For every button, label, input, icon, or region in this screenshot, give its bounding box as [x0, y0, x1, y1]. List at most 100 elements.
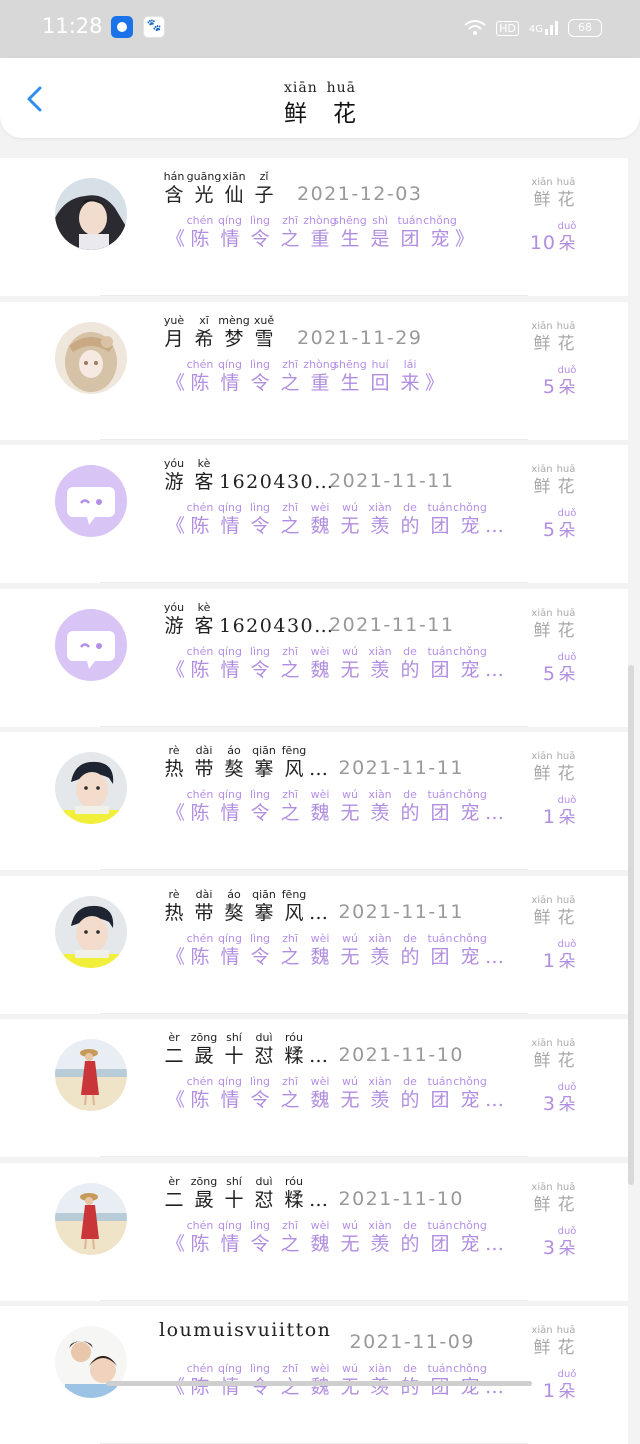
user-avatar[interactable]: [55, 895, 127, 968]
flower-count-number: 1: [542, 1380, 556, 1402]
vertical-scrollbar[interactable]: [628, 665, 634, 1185]
pinyin-annotation: qíng: [218, 214, 243, 227]
pinyin-annotation: wú: [342, 931, 358, 945]
user-avatar[interactable]: [55, 1326, 127, 1398]
gift-record-row[interactable]: yóu 游 kè 客 1620430… 2021-11-11 《 chén 陈 qíng 情 lìng…: [0, 588, 628, 727]
gift-record-row[interactable]: hán 含 guāng 光 xiān 仙 zǐ 子 2021-12-03 《 chén 陈 qíng 情 l…: [0, 158, 628, 296]
hanzi-char: 十: [224, 1045, 244, 1067]
name-char: róu 糅: [279, 1175, 309, 1212]
flower-count-number: 5: [542, 662, 556, 685]
pinyin-annotation: chǒng: [453, 501, 487, 514]
pinyin-annotation: yóu: [163, 457, 185, 470]
book-title-ellipsis: …: [485, 515, 505, 537]
book-title-char: chǒng 宠: [453, 1219, 487, 1256]
hanzi-char: 羡: [370, 1376, 390, 1398]
book-title[interactable]: 《 chén 陈 qíng 情 lìng 令 zhī 之 wèi 魏 wú 无 xiàn 羡 de 的 tuán 团…: [166, 932, 504, 969]
name-char: dài 带: [189, 744, 219, 781]
pinyin-annotation: wèi: [310, 1218, 330, 1232]
gift-record-row[interactable]: rè 热 dài 带 áo 獒 qiān 搴 fēng 风… 2021-11-11 《 chén 陈 qín…: [0, 732, 628, 870]
user-avatar[interactable]: [55, 321, 127, 394]
user-name[interactable]: èr 二 zōng 晸 shí 十 duì 怼 róu 糅…: [159, 1031, 330, 1068]
browser-app-icon: [111, 16, 133, 38]
pinyin-annotation: tuán: [427, 501, 453, 514]
gift-record-row[interactable]: yuè 月 xī 希 mèng 梦 xuě 雪 2021-11-29 《 chén 陈 qíng 情 lìn…: [0, 301, 628, 440]
pinyin-annotation: zhī: [282, 214, 298, 227]
pinyin-annotation: de: [403, 501, 417, 514]
gift-record-row[interactable]: rè 热 dài 带 áo 獒 qiān 搴 fēng 风… 2021-11-11 《 chén 陈 qín…: [0, 875, 628, 1014]
pinyin-annotation: xiān: [531, 1181, 553, 1193]
user-avatar[interactable]: [55, 608, 127, 681]
hanzi-char: 花: [557, 1194, 575, 1215]
gift-record-row[interactable]: yóu 游 kè 客 1620430… 2021-11-11 《 chén 陈 qíng 情 lìng…: [0, 445, 628, 583]
hanzi-char: 的: [400, 1232, 420, 1255]
book-title-char: de 的: [395, 501, 425, 538]
pinyin-annotation: xiān: [531, 1038, 553, 1049]
book-title[interactable]: 《 chén 陈 qíng 情 lìng 令 zhī 之 wèi 魏 wú 无 xiàn 羡 de 的 tuán 团…: [166, 1075, 504, 1112]
hanzi-char: 鲜: [533, 1338, 551, 1358]
hanzi-char: 鲜: [533, 764, 551, 784]
pinyin-annotation: rè: [168, 744, 180, 757]
pinyin-annotation: chǒng: [423, 214, 457, 227]
hanzi-char: 之: [280, 1376, 300, 1398]
user-avatar[interactable]: [55, 178, 127, 250]
user-avatar[interactable]: [55, 1182, 127, 1255]
book-title[interactable]: 《 chén 陈 qíng 情 lìng 令 zhī 之 wèi 魏 wú 无 xiàn 羡 de 的 tuán 团…: [166, 645, 504, 682]
user-name[interactable]: hán 含 guāng 光 xiān 仙 zǐ 子: [159, 170, 279, 207]
flower-label: xiān 鲜 huā 花: [530, 320, 578, 355]
flower-label-char: huā 花: [554, 750, 578, 785]
pinyin-annotation: huā: [556, 894, 576, 906]
user-name[interactable]: yóu 游 kè 客 1620430…: [159, 457, 335, 494]
pinyin-annotation: èr: [168, 1174, 180, 1188]
flower-label: xiān 鲜 huā 花: [530, 1324, 578, 1359]
user-name[interactable]: èr 二 zōng 晸 shí 十 duì 怼 róu 糅…: [159, 1175, 330, 1212]
pinyin-annotation: huā: [556, 464, 576, 475]
book-bracket-open: 《: [166, 658, 186, 681]
pinyin-annotation: zhòng: [303, 357, 337, 371]
user-name[interactable]: loumuisvuiitton: [159, 1318, 331, 1342]
hanzi-char: 花: [557, 190, 575, 210]
hanzi-char: 团: [430, 658, 450, 681]
book-title-char: chén 陈: [185, 1075, 215, 1112]
chevron-left-icon[interactable]: [20, 84, 50, 114]
book-title[interactable]: 《 chén 陈 qíng 情 lìng 令 zhī 之 wèi 魏 wú 无 xiàn 羡 de 的 tuán 团…: [166, 1219, 504, 1256]
user-name[interactable]: yuè 月 xī 希 mèng 梦 xuě 雪: [159, 314, 279, 351]
pinyin-annotation: xiān: [531, 464, 553, 475]
user-avatar[interactable]: [55, 1039, 127, 1111]
pinyin-annotation: duǒ: [557, 938, 577, 950]
book-bracket-open: 《: [166, 1089, 186, 1111]
book-title[interactable]: 《 chén 陈 qíng 情 lìng 令 zhī 之 zhòng 重 shēng 生 shì 是 tuán…: [166, 214, 474, 251]
gift-record-row[interactable]: èr 二 zōng 晸 shí 十 duì 怼 róu 糅… 2021-11-10 《 chén 陈 qín…: [0, 1162, 628, 1301]
hanzi-char: 梦: [224, 327, 244, 350]
pinyin-annotation: tuán: [427, 1218, 453, 1232]
flower-count-number: 3: [542, 1236, 556, 1259]
book-title-char: wèi 魏: [305, 932, 335, 969]
hanzi-char: 情: [220, 228, 240, 250]
hanzi-char: 团: [430, 945, 450, 968]
pinyin-annotation: xiān: [531, 177, 553, 188]
user-name[interactable]: rè 热 dài 带 áo 獒 qiān 搴 fēng 风…: [159, 888, 330, 925]
user-name[interactable]: yóu 游 kè 客 1620430…: [159, 601, 335, 638]
user-avatar[interactable]: [55, 752, 127, 824]
hanzi-char: 陈: [190, 1376, 210, 1398]
user-name[interactable]: rè 热 dài 带 áo 獒 qiān 搴 fēng 风…: [159, 744, 330, 781]
name-char: hán 含: [159, 170, 189, 207]
book-title[interactable]: 《 chén 陈 qíng 情 lìng 令 zhī 之 zhòng 重 shēng 生 huí 回 lái 来…: [166, 358, 444, 395]
pinyin-annotation: chén: [186, 1075, 214, 1088]
hanzi-char: 羡: [370, 1232, 390, 1255]
user-avatar[interactable]: [55, 465, 127, 537]
book-title[interactable]: 《 chén 陈 qíng 情 lìng 令 zhī 之 wèi 魏 wú 无 xiàn 羡 de 的 tuán 团…: [166, 788, 504, 825]
pinyin-annotation: dài: [195, 887, 213, 901]
name-char: fēng 风: [279, 744, 309, 781]
pinyin-annotation: wú: [342, 1075, 358, 1088]
hanzi-char: 羡: [370, 945, 390, 968]
flower-label-char: xiān 鲜: [530, 894, 554, 929]
gift-record-row[interactable]: èr 二 zōng 晸 shí 十 duì 怼 róu 糅… 2021-11-10 《 chén 陈 qín…: [0, 1019, 628, 1157]
avatar-family: [55, 1326, 127, 1398]
book-title-char: xiàn 羡: [365, 788, 395, 825]
book-title[interactable]: 《 chén 陈 qíng 情 lìng 令 zhī 之 wèi 魏 wú 无 xiàn 羡 de 的 tuán 团…: [166, 501, 504, 538]
book-title-char: wèi 魏: [305, 788, 335, 825]
gift-record-row[interactable]: loumuisvuiitton 2021-11-09 《 chén 陈 qíng 情 lìng…: [0, 1306, 628, 1444]
book-title-char: de 的: [395, 1219, 425, 1256]
pinyin-annotation: chǒng: [453, 931, 487, 945]
hanzi-char: 无: [340, 1232, 360, 1255]
